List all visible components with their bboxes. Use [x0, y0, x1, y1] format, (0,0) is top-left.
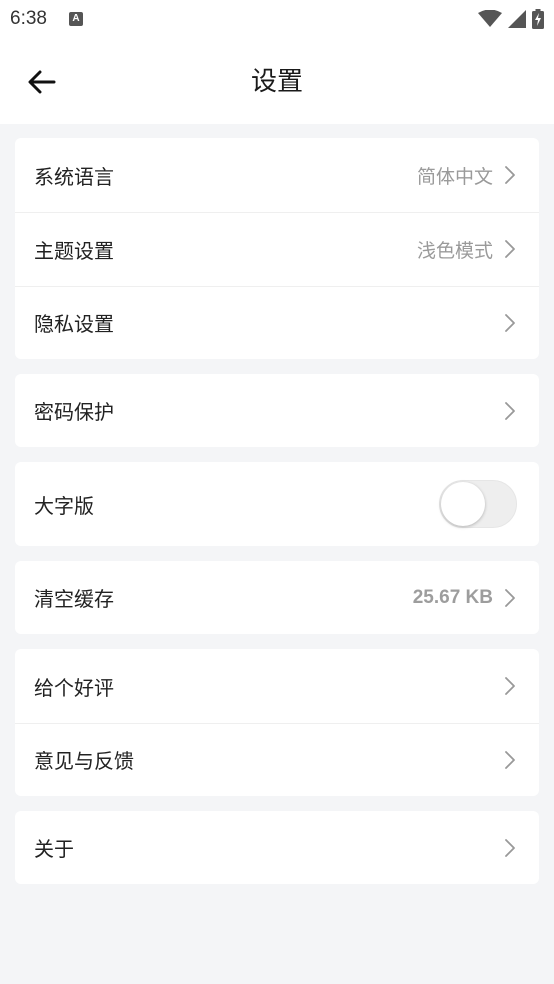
page-title: 设置	[250, 67, 303, 97]
setting-row-language[interactable]: 系统语言 简体中文	[15, 138, 539, 212]
setting-label: 系统语言	[34, 164, 114, 189]
setting-label: 隐私设置	[34, 312, 114, 336]
settings-group-password: 密码保护	[15, 374, 539, 447]
setting-row-feedback[interactable]: 意见与反馈	[15, 723, 539, 796]
setting-row-about[interactable]: 关于	[15, 811, 539, 884]
chevron-right-icon	[505, 166, 515, 184]
chevron-right-icon	[505, 838, 515, 857]
settings-group-about: 关于	[15, 811, 539, 884]
cache-size-value: 25.67 KB	[412, 586, 493, 608]
setting-label: 给个好评	[34, 675, 114, 700]
setting-row-privacy[interactable]: 隐私设置	[15, 286, 539, 359]
setting-row-theme[interactable]: 主题设置 浅色模式	[15, 212, 539, 286]
setting-label: 关于	[34, 837, 74, 861]
chevron-right-icon	[505, 677, 515, 695]
chevron-right-icon	[505, 401, 515, 420]
settings-group-large-text: 大字版	[15, 462, 539, 546]
battery-charging-icon	[532, 9, 544, 29]
setting-row-rate[interactable]: 给个好评	[15, 649, 539, 723]
signal-icon	[508, 10, 526, 28]
setting-label: 密码保护	[34, 400, 114, 424]
setting-value: 浅色模式	[416, 239, 493, 262]
chevron-right-icon	[505, 313, 515, 332]
settings-group-cache: 清空缓存 25.67 KB	[15, 561, 539, 634]
settings-group-general: 系统语言 简体中文 主题设置 浅色模式 隐私设置	[15, 138, 539, 359]
chevron-right-icon	[505, 588, 515, 607]
setting-label: 主题设置	[34, 238, 114, 263]
chevron-right-icon	[505, 750, 515, 769]
chevron-right-icon	[505, 240, 515, 258]
settings-group-feedback: 给个好评 意见与反馈	[15, 649, 539, 796]
setting-row-clear-cache[interactable]: 清空缓存 25.67 KB	[15, 561, 539, 634]
app-header: 设置	[0, 38, 554, 124]
setting-label: 清空缓存	[34, 587, 114, 611]
status-icons	[478, 9, 544, 29]
notification-icon: A	[68, 12, 83, 26]
wifi-icon	[478, 10, 502, 27]
status-time: 6:38	[10, 8, 47, 29]
status-bar: 6:38 A	[0, 0, 554, 38]
setting-value: 简体中文	[416, 165, 493, 188]
setting-row-password[interactable]: 密码保护	[15, 374, 539, 447]
setting-row-large-text: 大字版	[15, 462, 539, 546]
setting-label: 意见与反馈	[34, 749, 134, 773]
large-text-toggle[interactable]	[439, 480, 517, 528]
toggle-knob	[441, 482, 485, 526]
setting-label: 大字版	[34, 493, 94, 518]
